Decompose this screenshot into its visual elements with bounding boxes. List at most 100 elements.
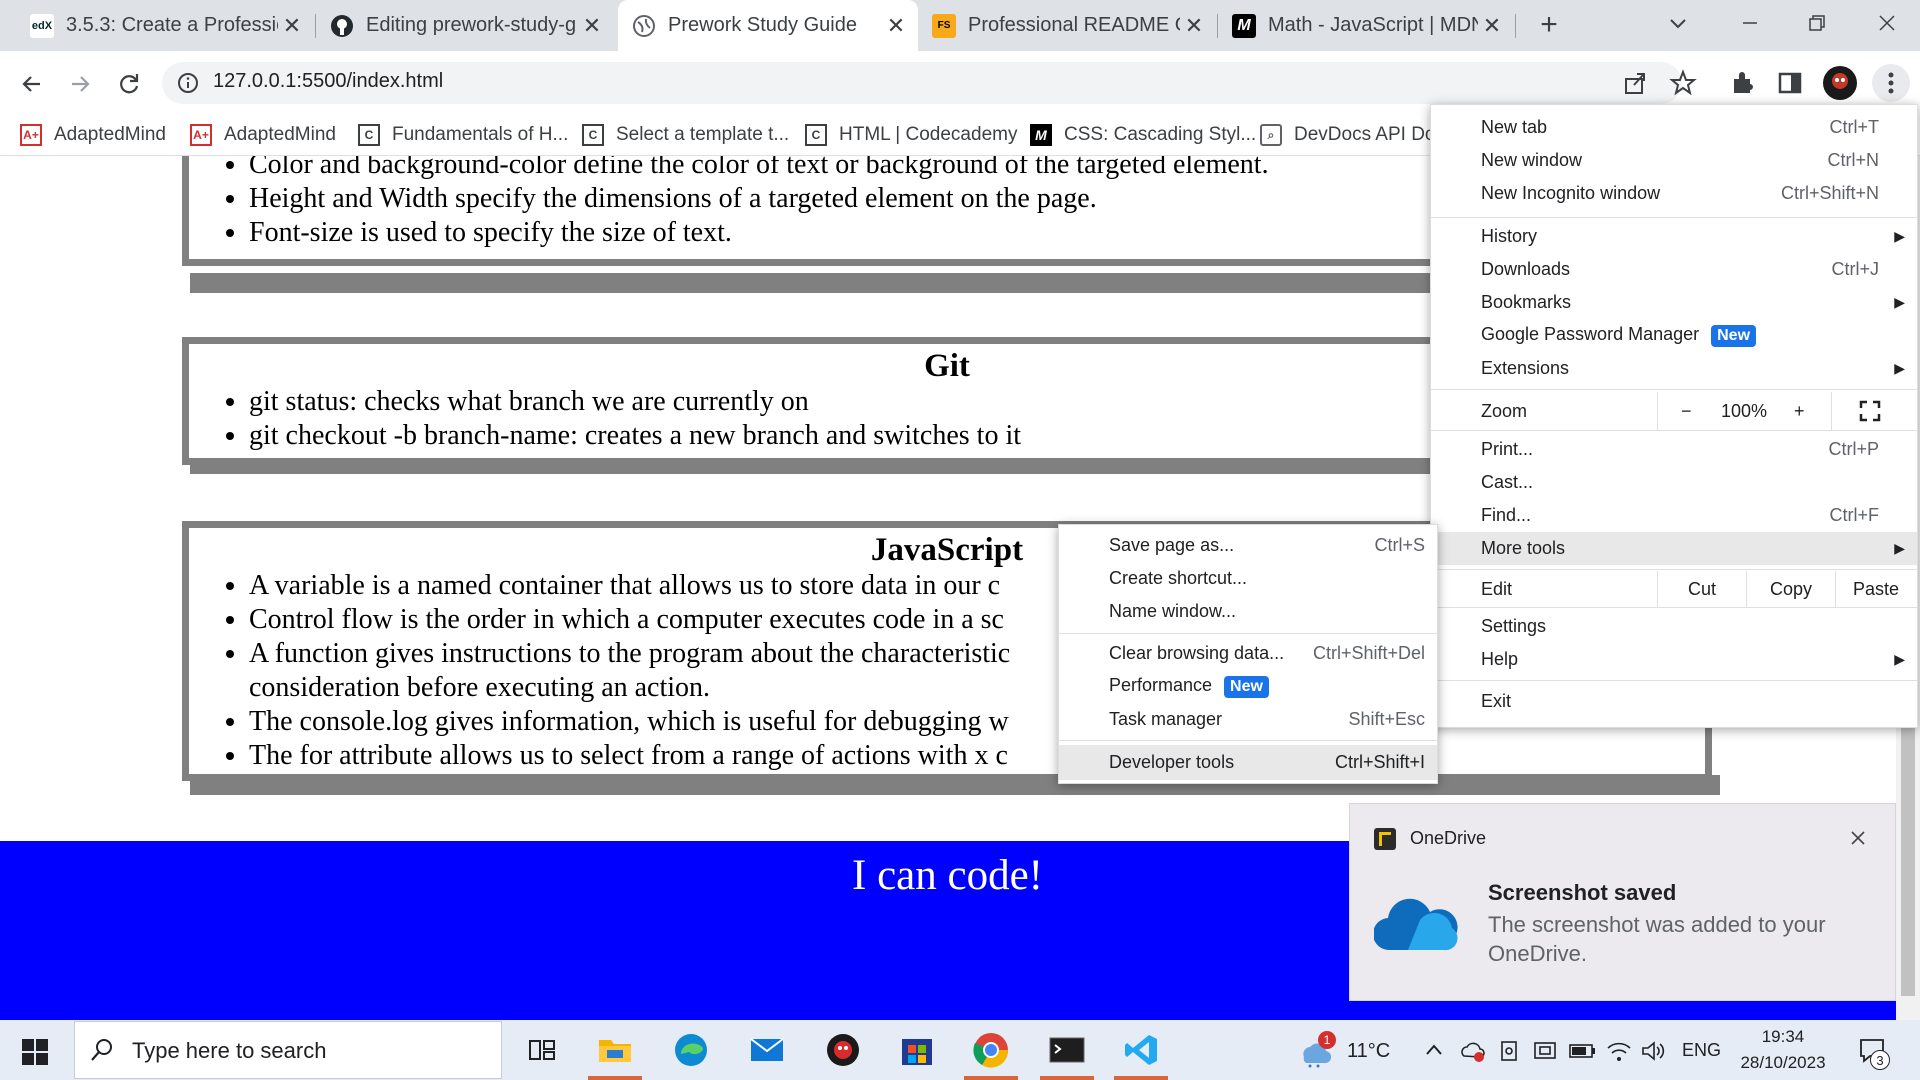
new-tab-icon[interactable]: + <box>1530 6 1568 44</box>
tab-github[interactable]: Editing prework-study-g ✕ <box>316 0 614 51</box>
info-icon[interactable] <box>176 71 200 95</box>
menu-more-tools[interactable]: More tools ▶ <box>1431 532 1917 565</box>
avatar[interactable] <box>1823 66 1857 100</box>
toast-body: The screenshot was added to your OneDriv… <box>1488 912 1826 966</box>
submenu-arrow-icon: ▶ <box>1894 651 1905 667</box>
close-icon[interactable] <box>1846 826 1870 850</box>
menu-print[interactable]: Print... Ctrl+P <box>1431 433 1917 466</box>
zoom-in-button[interactable]: + <box>1794 401 1805 422</box>
search-icon <box>88 1036 116 1064</box>
codecademy-icon: C <box>358 124 380 146</box>
fullscreen-icon[interactable] <box>1859 400 1881 422</box>
menu-help[interactable]: Help ▶ <box>1431 643 1917 676</box>
tab-readme-guide[interactable]: FS Professional README Gu ✕ <box>918 0 1216 51</box>
chevron-up-icon[interactable] <box>1424 1040 1444 1060</box>
menu-task-manager[interactable]: Task manager Shift+Esc <box>1059 703 1437 736</box>
tab-search-icon[interactable] <box>1663 8 1693 38</box>
back-icon[interactable] <box>16 68 48 100</box>
menu-new-incognito[interactable]: New Incognito window Ctrl+Shift+N <box>1431 177 1917 210</box>
menu-extensions[interactable]: Extensions ▶ <box>1431 352 1917 385</box>
reload-icon[interactable] <box>113 68 145 100</box>
tab-title: 3.5.3: Create a Profession <box>66 14 278 36</box>
menu-new-window[interactable]: New window Ctrl+N <box>1431 144 1917 177</box>
menu-history[interactable]: History ▶ <box>1431 220 1917 253</box>
bookmark-item[interactable]: C Fundamentals of H... <box>358 120 568 150</box>
menu-separator <box>1431 430 1917 431</box>
close-tab-icon[interactable]: ✕ <box>278 13 306 39</box>
menu-exit[interactable]: Exit <box>1431 685 1917 718</box>
bookmark-star-icon[interactable] <box>1669 69 1697 97</box>
bookmark-item[interactable]: ⌕ DevDocs API Doc <box>1260 120 1445 150</box>
tab-prework-study-guide[interactable]: Prework Study Guide ✕ <box>618 0 918 51</box>
bookmark-item[interactable]: C HTML | Codecademy <box>805 120 1017 150</box>
clock-time[interactable]: 19:34 <box>1728 1027 1838 1047</box>
scrollbar-thumb[interactable] <box>1901 726 1915 996</box>
menu-clear-browsing-data[interactable]: Clear browsing data... Ctrl+Shift+Del <box>1059 637 1437 670</box>
file-explorer-icon[interactable] <box>596 1031 634 1069</box>
new-badge: New <box>1711 324 1757 347</box>
restore-icon[interactable] <box>1802 8 1832 38</box>
bookmark-item[interactable]: A+ AdaptedMind <box>190 120 336 150</box>
chrome-icon[interactable] <box>972 1031 1010 1069</box>
tab-mdn[interactable]: M Math - JavaScript | MDN ✕ <box>1218 0 1514 51</box>
windows-start-icon[interactable] <box>22 1039 48 1065</box>
tab-edx[interactable]: edX 3.5.3: Create a Profession ✕ <box>16 0 314 51</box>
share-icon[interactable] <box>1621 69 1649 97</box>
language-indicator[interactable]: ENG <box>1682 1040 1721 1061</box>
menu-separator <box>1431 607 1917 608</box>
terminal-icon[interactable] <box>1048 1031 1086 1069</box>
menu-cast[interactable]: Cast... <box>1431 466 1917 499</box>
close-tab-icon[interactable]: ✕ <box>1180 13 1208 39</box>
devdocs-icon: ⌕ <box>1260 124 1282 146</box>
menu-developer-tools[interactable]: Developer tools Ctrl+Shift+I <box>1059 745 1437 780</box>
paste-button[interactable]: Paste <box>1836 579 1916 600</box>
menu-downloads[interactable]: Downloads Ctrl+J <box>1431 253 1917 286</box>
new-badge: New <box>1224 675 1269 698</box>
menu-kebab-icon[interactable] <box>1872 64 1910 102</box>
wifi-icon[interactable] <box>1606 1038 1632 1064</box>
taskbar-search-placeholder[interactable]: Type here to search <box>132 1038 326 1064</box>
weather-temperature[interactable]: 11°C <box>1347 1040 1390 1063</box>
bookmark-item[interactable]: A+ AdaptedMind <box>20 120 166 150</box>
vscode-icon[interactable] <box>1122 1031 1160 1069</box>
volume-icon[interactable] <box>1640 1038 1666 1064</box>
clock-date[interactable]: 28/10/2023 <box>1728 1053 1838 1073</box>
close-window-icon[interactable] <box>1872 8 1902 38</box>
minimize-icon[interactable] <box>1735 8 1765 38</box>
zoom-out-button[interactable]: − <box>1681 401 1692 422</box>
battery-icon[interactable] <box>1568 1040 1596 1062</box>
menu-find[interactable]: Find... Ctrl+F <box>1431 499 1917 532</box>
url-text[interactable]: 127.0.0.1:5500/index.html <box>213 70 443 93</box>
bookmark-item[interactable]: C Select a template t... <box>582 120 789 150</box>
menu-new-tab[interactable]: New tab Ctrl+T <box>1431 111 1917 144</box>
close-tab-icon[interactable]: ✕ <box>578 13 606 39</box>
device-icon[interactable] <box>1496 1038 1522 1064</box>
bookmark-item[interactable]: M CSS: Cascading Styl... <box>1030 120 1256 150</box>
task-view-icon[interactable] <box>523 1031 561 1069</box>
copy-button[interactable]: Copy <box>1747 579 1835 600</box>
submenu-arrow-icon: ▶ <box>1894 360 1905 376</box>
screen-capture-icon[interactable] <box>1532 1038 1558 1064</box>
menu-bookmarks[interactable]: Bookmarks ▶ <box>1431 286 1917 319</box>
side-panel-icon[interactable] <box>1776 69 1804 97</box>
mail-icon[interactable] <box>748 1031 786 1069</box>
microsoft-store-icon[interactable] <box>898 1031 936 1069</box>
menu-name-window[interactable]: Name window... <box>1059 595 1437 628</box>
edge-icon[interactable] <box>672 1031 710 1069</box>
onedrive-notification[interactable]: OneDrive Screenshot saved The screenshot… <box>1350 804 1895 1000</box>
extensions-icon[interactable] <box>1728 69 1756 97</box>
menu-create-shortcut[interactable]: Create shortcut... <box>1059 562 1437 595</box>
onedrive-sync-icon[interactable] <box>1460 1038 1486 1064</box>
toast-title: Screenshot saved <box>1488 880 1677 905</box>
menu-settings[interactable]: Settings <box>1431 610 1917 643</box>
forward-icon[interactable] <box>64 68 96 100</box>
bookmark-label: Select a template t... <box>616 124 790 145</box>
close-tab-icon[interactable]: ✕ <box>1478 13 1506 39</box>
menu-separator <box>1059 740 1437 741</box>
game-app-icon[interactable] <box>824 1031 862 1069</box>
cut-button[interactable]: Cut <box>1658 579 1746 600</box>
close-tab-icon[interactable]: ✕ <box>882 13 910 39</box>
menu-save-page[interactable]: Save page as... Ctrl+S <box>1059 529 1437 562</box>
menu-password-manager[interactable]: Google Password Manager New <box>1431 319 1917 352</box>
menu-performance[interactable]: Performance New <box>1059 670 1437 703</box>
